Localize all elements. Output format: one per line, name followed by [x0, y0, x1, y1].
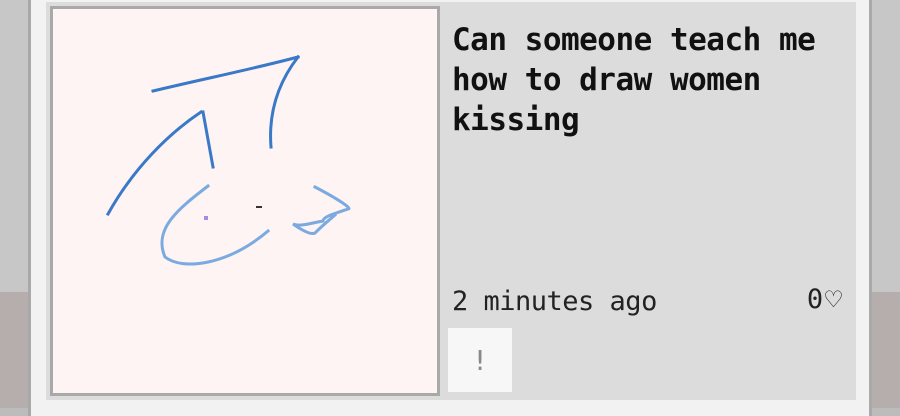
like-button[interactable]: 0 ♡	[807, 280, 842, 320]
backdrop-left-lower	[0, 292, 28, 408]
drawing-stroke-lower-curve	[160, 183, 271, 266]
drawing-stroke-tail	[292, 184, 351, 235]
drawing-stroke-left-sweep	[105, 109, 204, 217]
post-timestamp: 2 minutes ago	[452, 286, 657, 317]
post-card[interactable]: Can someone teach me how to draw women k…	[46, 2, 856, 400]
report-button[interactable]: !	[448, 328, 512, 392]
drawing-dot-purple	[204, 216, 208, 220]
drawing-stroke-right-curve	[269, 54, 301, 149]
heart-outline-icon: ♡	[825, 283, 842, 316]
drawing-canvas	[105, 54, 351, 266]
like-count: 0	[806, 284, 824, 315]
backdrop-right-lower	[872, 292, 900, 408]
drawing-stroke-top-arc	[151, 55, 300, 93]
post-title[interactable]: Can someone teach me how to draw women k…	[452, 20, 850, 140]
drawing-thumbnail[interactable]	[50, 6, 440, 396]
drawing-stroke-inner-line	[201, 110, 215, 169]
drawing-dot-dark	[256, 206, 262, 208]
